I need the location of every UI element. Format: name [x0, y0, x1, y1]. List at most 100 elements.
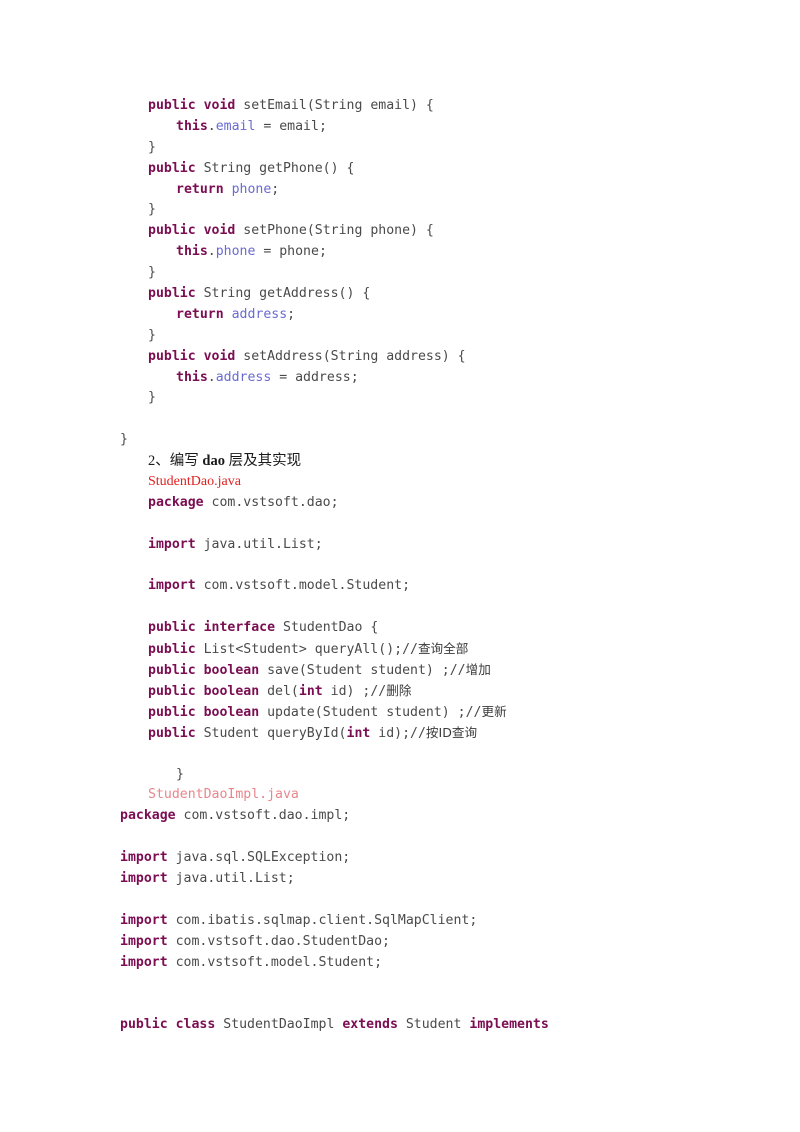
code-listing: public void setEmail(String email) {this… — [120, 96, 780, 1036]
code-token-plain: ; — [287, 306, 296, 322]
code-token-plain: ; — [271, 181, 280, 197]
code-token-kw: class — [175, 1017, 216, 1033]
code-token-kw: public — [148, 286, 196, 302]
code-token-kw: this — [176, 244, 208, 260]
code-token-kw: this — [176, 118, 208, 134]
code-line: } — [120, 263, 780, 284]
code-token-plain: = address; — [271, 369, 359, 385]
code-line: public String getAddress() { — [120, 284, 780, 305]
code-token-kw: import — [120, 912, 168, 928]
file-name-label: StudentDao.java — [148, 474, 241, 490]
code-line: public boolean save(Student student) ;//… — [120, 660, 780, 681]
code-token-cjk: 按ID查询 — [425, 724, 478, 740]
code-token-cjk: 查询全部 — [417, 641, 469, 657]
code-line: this.address = address; — [120, 368, 780, 389]
code-token-plain: id) ;// — [322, 683, 387, 699]
code-line: public List<Student> queryAll();//查询全部 — [120, 639, 780, 660]
code-token-kw: implements — [469, 1017, 549, 1033]
code-token-plain: } — [120, 432, 128, 448]
code-token-plain: . — [207, 118, 216, 134]
code-token-plain: com.vstsoft.model.Student; — [167, 954, 383, 970]
code-token-cjk: 增加 — [465, 662, 491, 678]
code-line: this.email = email; — [120, 117, 780, 138]
code-token-plain: java.util.List; — [195, 536, 323, 552]
code-token-kw: public — [120, 1017, 168, 1033]
code-token-plain: save(Student student) ;// — [259, 663, 466, 679]
code-line: import java.util.List; — [120, 869, 780, 890]
code-line: this.phone = phone; — [120, 242, 780, 263]
code-line: import com.vstsoft.model.Student; — [120, 576, 780, 597]
code-line: } — [120, 765, 780, 786]
code-token-fld: address — [215, 369, 272, 385]
code-token-kw: extends — [342, 1017, 398, 1033]
code-token-kw: int — [346, 725, 371, 741]
code-token-plain: StudentDaoImpl — [215, 1017, 343, 1033]
code-token-plain: id);// — [370, 725, 426, 741]
code-line: public String getPhone() { — [120, 159, 780, 180]
code-token-cjk: 删除 — [386, 682, 412, 698]
code-token-kw: package — [120, 808, 176, 824]
section-heading: 2、编写 dao 层及其实现 — [148, 453, 302, 470]
code-token-kw: interface — [203, 620, 276, 636]
code-line: public void setEmail(String email) { — [120, 96, 780, 117]
code-token-kw: void — [203, 348, 236, 364]
code-token-kw: public — [148, 642, 196, 658]
code-token-plain: del( — [259, 683, 299, 699]
code-token-plain: } — [148, 390, 156, 406]
code-token-kw: boolean — [203, 663, 260, 679]
code-line: } — [120, 138, 780, 159]
code-line: package com.vstsoft.dao; — [120, 493, 780, 514]
code-token-plain: } — [148, 202, 156, 218]
code-token-kw: boolean — [203, 683, 260, 699]
code-token-plain: update(Student student) ;// — [259, 704, 482, 720]
code-token-kw: import — [120, 954, 168, 970]
code-token-redmono: StudentDaoImpl.java — [148, 787, 299, 803]
code-token-plain: setAddress(String address) { — [235, 348, 466, 364]
code-token-plain: } — [148, 327, 156, 343]
code-line: return phone; — [120, 180, 780, 201]
code-token-kw: boolean — [203, 704, 260, 720]
code-line: public boolean update(Student student) ;… — [120, 702, 780, 723]
code-line: public Student queryById(int id);//按ID查询 — [120, 723, 780, 744]
code-token-plain: } — [148, 265, 156, 281]
document-page: public void setEmail(String email) {this… — [0, 0, 800, 1132]
code-line: } — [120, 326, 780, 347]
code-token-plain: String getAddress() { — [195, 286, 371, 302]
code-token-plain: java.sql.SQLException; — [167, 850, 351, 866]
code-token-kw: public — [148, 160, 196, 176]
code-token-plain: = email; — [255, 118, 327, 134]
code-token-kw: public — [148, 348, 196, 364]
code-token-cjk: 更新 — [481, 703, 507, 719]
code-token-plain: com.vstsoft.dao.impl; — [175, 808, 351, 824]
code-line: public void setPhone(String phone) { — [120, 221, 780, 242]
code-token-kw: public — [148, 620, 196, 636]
code-token-kw: return — [176, 306, 224, 322]
code-token-fld: phone — [215, 244, 256, 260]
code-token-kw: void — [203, 223, 236, 239]
code-token-kw: import — [120, 933, 168, 949]
code-token-kw: import — [148, 578, 196, 594]
code-token-plain: Student queryById( — [195, 725, 347, 741]
code-token-plain: Student — [397, 1017, 470, 1033]
code-token-kw: public — [148, 683, 196, 699]
code-token-plain: com.ibatis.sqlmap.client.SqlMapClient; — [167, 912, 478, 928]
code-token-kw: int — [298, 683, 323, 699]
code-token-fld: address — [231, 306, 288, 322]
code-line: StudentDaoImpl.java — [120, 785, 780, 806]
